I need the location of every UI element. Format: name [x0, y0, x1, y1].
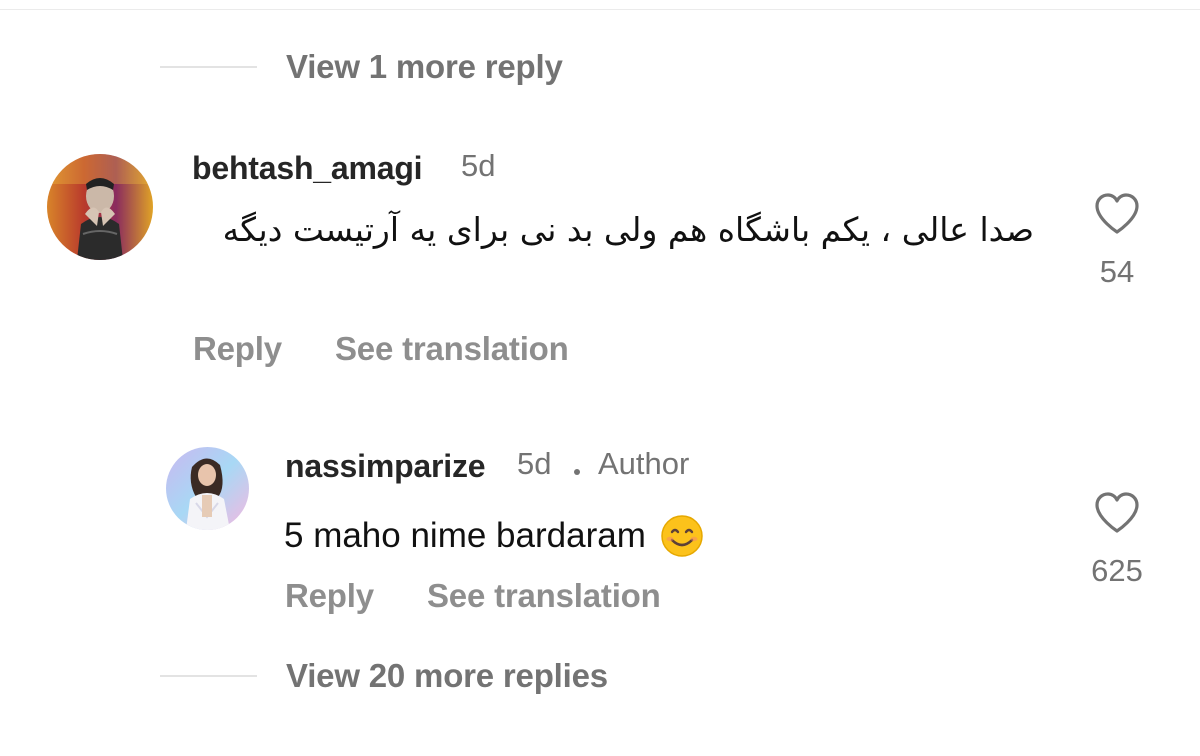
comment-timestamp: 5d: [461, 148, 496, 183]
reply-text: 5 maho nime bardaram: [284, 516, 646, 555]
top-divider: [0, 9, 1200, 10]
like-count: 625: [1091, 553, 1143, 588]
smiling-face-emoji: [661, 515, 703, 557]
view-more-replies-bottom[interactable]: View 20 more replies: [160, 657, 608, 695]
reply-divider-line: [160, 675, 257, 677]
avatar-image: [166, 447, 249, 530]
avatar[interactable]: [47, 154, 153, 260]
reply-button[interactable]: Reply: [285, 577, 374, 615]
separator-dot: [574, 469, 580, 475]
avatar-image: [47, 154, 153, 260]
view-more-replies-label: View 1 more reply: [286, 48, 563, 85]
reply-timestamp: 5d: [517, 446, 552, 481]
comment-username[interactable]: behtash_amagi: [192, 150, 423, 187]
author-badge: Author: [598, 446, 690, 481]
view-more-replies-label: View 20 more replies: [286, 657, 608, 694]
comment-text: صدا عالی ، یکم باشگاه هم ولی بد نی برای …: [222, 210, 1034, 249]
heart-icon[interactable]: [1093, 491, 1141, 535]
heart-icon[interactable]: [1093, 192, 1141, 236]
like-count: 54: [1099, 254, 1135, 289]
comments-thread: View 1 more reply behtash_amagi 5d صدا ع…: [0, 0, 1200, 756]
reply-divider-line: [160, 66, 257, 68]
see-translation-button[interactable]: See translation: [335, 330, 569, 368]
reply-button[interactable]: Reply: [193, 330, 282, 368]
reply-text-container: 5 maho nime bardaram: [284, 514, 704, 558]
view-more-replies-top[interactable]: View 1 more reply: [160, 48, 563, 86]
reply-username[interactable]: nassimparize: [285, 448, 486, 485]
see-translation-button[interactable]: See translation: [427, 577, 661, 615]
avatar[interactable]: [166, 447, 249, 530]
